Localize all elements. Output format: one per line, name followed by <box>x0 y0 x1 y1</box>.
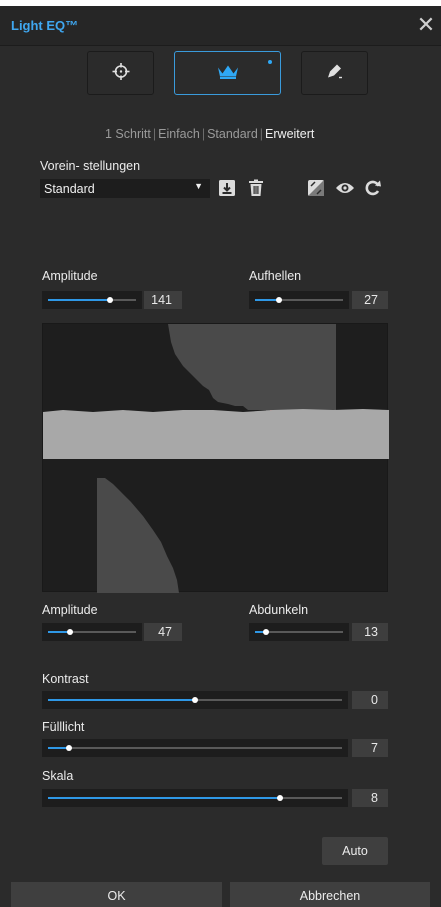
level-standard[interactable]: Standard <box>207 127 258 141</box>
contrast-label: Kontrast <box>42 672 89 686</box>
window-title: Light EQ™ <box>11 18 79 33</box>
pen-icon <box>325 63 345 84</box>
midtone-band <box>43 409 389 459</box>
highlight-region <box>168 324 336 412</box>
shadow-amplitude-label: Amplitude <box>42 603 98 617</box>
crown-icon <box>217 64 239 83</box>
level-separator: | <box>259 127 264 141</box>
slider-knob[interactable] <box>277 795 284 801</box>
cancel-button[interactable]: Abbrechen <box>230 882 430 907</box>
slider-track <box>48 697 342 703</box>
shadow-region <box>97 478 179 593</box>
shadow-amplitude-slider[interactable] <box>42 623 142 641</box>
detail-level-selector: 1 Schritt | Einfach | Standard | Erweitert <box>105 127 314 141</box>
scale-value[interactable]: 8 <box>352 789 388 807</box>
eye-icon[interactable] <box>335 181 355 198</box>
fill-light-value[interactable]: 7 <box>352 739 388 757</box>
ok-button[interactable]: OK <box>11 882 222 907</box>
mode-button-target[interactable] <box>87 51 154 95</box>
shadow-amplitude-value[interactable]: 47 <box>144 623 182 641</box>
save-icon[interactable] <box>218 179 236 200</box>
level-1-step[interactable]: 1 Schritt <box>105 127 151 141</box>
mode-button-global[interactable] <box>174 51 281 95</box>
slider-fill <box>48 797 281 799</box>
brighten-label: Aufhellen <box>249 269 302 283</box>
active-indicator <box>268 60 272 64</box>
darken-label: Abdunkeln <box>249 603 309 617</box>
level-simple[interactable]: Einfach <box>158 127 200 141</box>
crosshair-icon <box>112 63 130 84</box>
scale-label: Skala <box>42 769 74 783</box>
darken-value[interactable]: 13 <box>352 623 388 641</box>
presets-dropdown[interactable]: Standard ▼ <box>40 179 210 198</box>
slider-knob[interactable] <box>192 697 198 703</box>
slider-fill <box>48 299 110 301</box>
presets-label: Vorein- stellungen <box>40 159 141 173</box>
level-separator: | <box>201 127 206 141</box>
highlight-amplitude-value[interactable]: 141 <box>144 291 182 309</box>
slider-knob[interactable] <box>263 629 270 635</box>
slider-track <box>255 297 343 303</box>
light-eq-curve[interactable] <box>42 323 389 593</box>
highlight-amplitude-slider[interactable] <box>42 291 142 309</box>
slider-track <box>48 745 342 751</box>
slider-fill <box>48 699 195 701</box>
auto-button[interactable]: Auto <box>322 837 388 865</box>
light-eq-panel: Light EQ™ ✕ 1 Schritt | Einfach | Standa… <box>0 6 441 907</box>
slider-track <box>48 297 136 303</box>
contrast-value[interactable]: 0 <box>352 691 388 709</box>
slider-knob[interactable] <box>67 629 73 635</box>
mode-button-brush[interactable] <box>301 51 368 95</box>
slider-knob[interactable] <box>65 745 72 751</box>
darken-slider[interactable] <box>249 623 349 641</box>
contrast-slider[interactable] <box>42 691 348 709</box>
compare-icon[interactable] <box>307 179 325 200</box>
slider-track <box>255 629 343 635</box>
presets-selected: Standard <box>44 182 95 196</box>
slider-track <box>48 629 136 635</box>
close-icon[interactable]: ✕ <box>414 12 438 38</box>
trash-icon[interactable] <box>247 179 265 200</box>
slider-track <box>48 795 342 801</box>
highlight-amplitude-label: Amplitude <box>42 269 98 283</box>
scale-slider[interactable] <box>42 789 348 807</box>
reset-icon[interactable] <box>364 179 382 200</box>
brighten-value[interactable]: 27 <box>352 291 388 309</box>
title-bar: Light EQ™ ✕ <box>0 6 441 46</box>
slider-knob[interactable] <box>106 297 113 303</box>
fill-light-slider[interactable] <box>42 739 348 757</box>
fill-light-label: Fülllicht <box>42 720 85 734</box>
dropdown-arrow-icon: ▼ <box>194 181 203 191</box>
level-advanced[interactable]: Erweitert <box>265 127 314 141</box>
slider-knob[interactable] <box>275 297 282 303</box>
brighten-slider[interactable] <box>249 291 349 309</box>
